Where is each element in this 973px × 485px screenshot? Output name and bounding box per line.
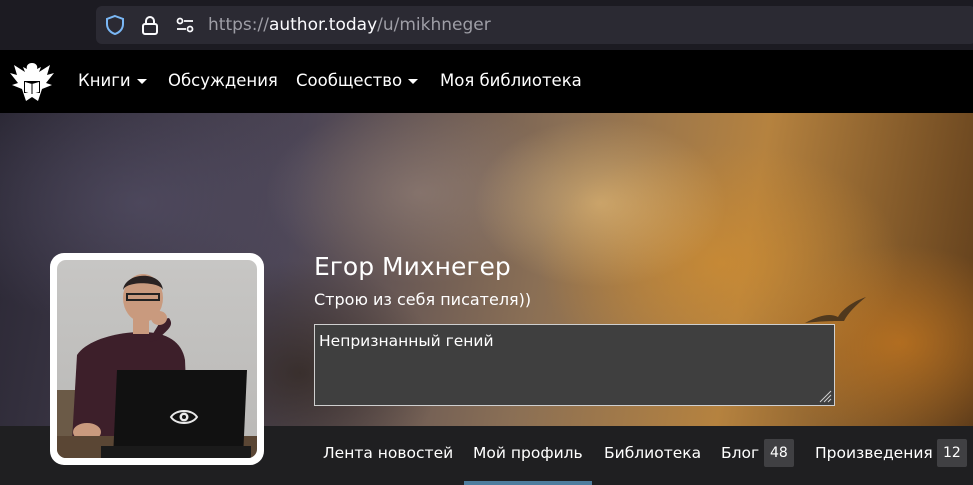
status-textarea[interactable]: Непризнанный гений	[314, 324, 835, 406]
avatar-photo	[57, 260, 257, 458]
nav-discussions-label: Обсуждения	[168, 71, 278, 90]
tab-library[interactable]: Библиотека	[604, 444, 701, 462]
resize-grip-icon[interactable]	[818, 389, 832, 403]
tab-news-feed[interactable]: Лента новостей	[323, 444, 453, 462]
active-tab-indicator	[464, 481, 592, 485]
url-host: author.today	[268, 15, 378, 35]
profile-name: Егор Михнегер	[314, 252, 511, 281]
profile-tagline: Строю из себя писателя))	[314, 290, 532, 309]
url-text[interactable]: https://author.today/u/mikhneger	[208, 15, 491, 35]
chevron-down-icon	[408, 79, 419, 84]
lock-icon[interactable]	[139, 14, 161, 36]
browser-toolbar: https://author.today/u/mikhneger	[0, 0, 973, 50]
nav-my-library[interactable]: Моя библиотека	[440, 71, 582, 90]
site-navbar: Книги Обсуждения Сообщество Моя библиоте…	[0, 50, 973, 113]
tab-blog[interactable]: Блог	[721, 444, 759, 462]
tab-works[interactable]: Произведения	[815, 444, 933, 462]
nav-community-label: Сообщество	[296, 71, 403, 90]
blog-count-badge: 48	[764, 439, 794, 467]
avatar[interactable]	[50, 253, 264, 465]
tab-my-profile[interactable]: Мой профиль	[473, 444, 583, 462]
site-logo[interactable]	[6, 57, 58, 105]
nav-community[interactable]: Сообщество	[296, 71, 419, 90]
nav-discussions[interactable]: Обсуждения	[168, 71, 278, 90]
permissions-icon[interactable]	[174, 14, 196, 36]
shield-icon[interactable]	[104, 14, 126, 36]
nav-books[interactable]: Книги	[78, 71, 147, 90]
avatar-person-illustration	[57, 274, 257, 458]
chevron-down-icon	[136, 79, 147, 84]
works-count-badge: 12	[937, 439, 967, 467]
nav-my-library-label: Моя библиотека	[440, 71, 582, 90]
eye-icon	[169, 410, 199, 424]
url-path: /u/mikhneger	[377, 15, 491, 35]
nav-books-label: Книги	[78, 71, 131, 90]
url-scheme: https://	[208, 15, 269, 35]
